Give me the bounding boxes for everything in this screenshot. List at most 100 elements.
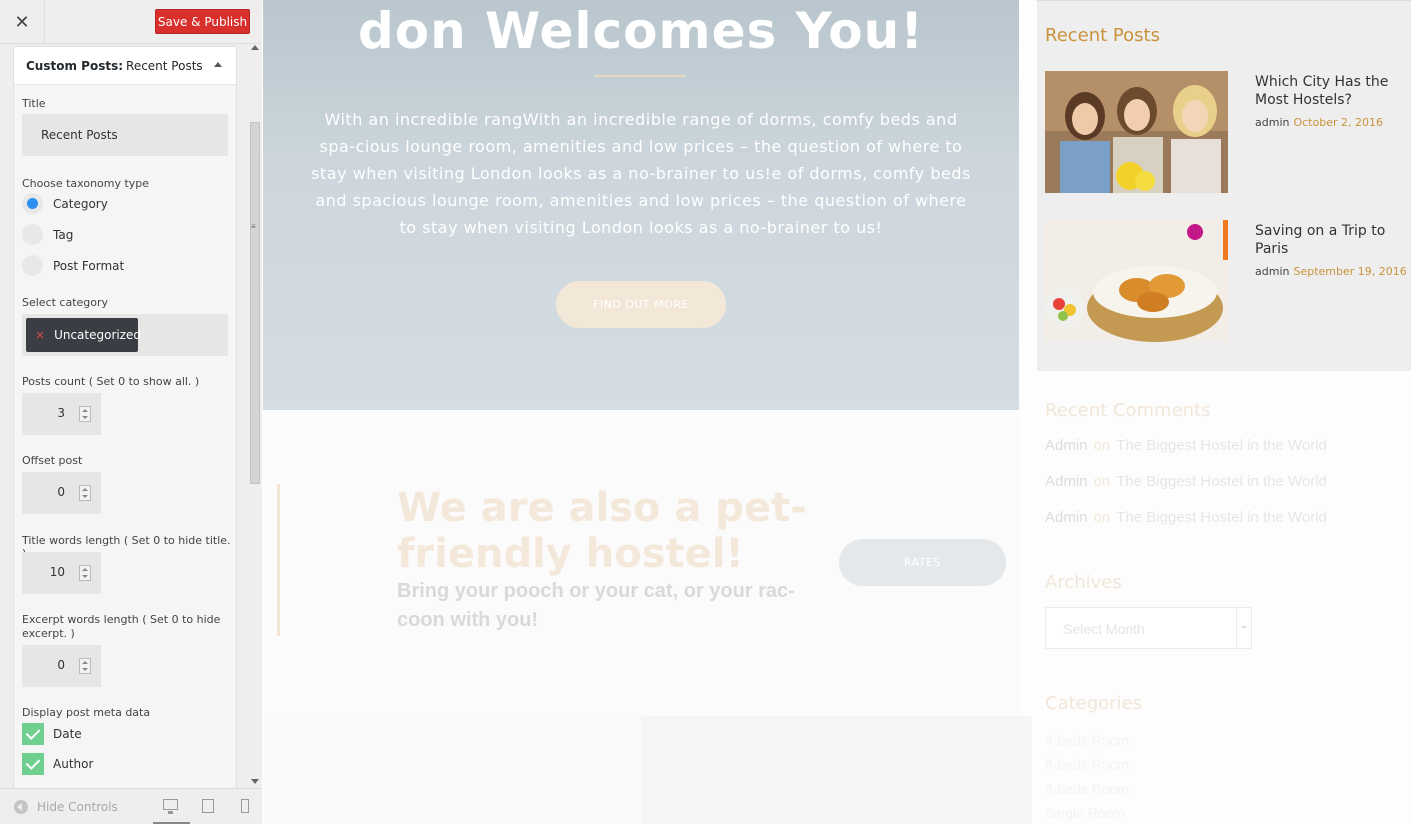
title-input[interactable]: Recent Posts — [22, 114, 228, 156]
posts-count-stepper[interactable]: 3 — [22, 393, 101, 435]
customizer-panel: ✕ Save & Publish Custom Posts: Recent Po… — [0, 0, 262, 824]
radio-button[interactable] — [22, 224, 43, 245]
category-chip-label: Uncategorized — [54, 328, 142, 342]
category-link[interactable]: 6-beds Room — [1045, 756, 1129, 772]
stepper-arrows-icon[interactable] — [79, 658, 91, 674]
three-women-photo — [1045, 71, 1228, 193]
hero-divider — [594, 75, 686, 77]
comment-on: on — [1093, 473, 1111, 490]
offset-label: Offset post — [22, 454, 83, 467]
stepper-value: 0 — [57, 658, 65, 672]
stepper-arrows-icon[interactable] — [79, 565, 91, 581]
excerpt-words-stepper[interactable]: 0 — [22, 645, 101, 687]
tablet-preview-icon[interactable] — [202, 799, 214, 813]
title-words-stepper[interactable]: 10 — [22, 552, 101, 594]
taxonomy-radio-tag[interactable]: Tag — [22, 224, 73, 245]
scroll-up-icon[interactable] — [251, 45, 259, 50]
checkbox[interactable] — [22, 723, 44, 745]
sidebar: Recent Posts Which City Has the Most Hos… — [1037, 0, 1411, 824]
category-link[interactable]: 8-beds Room — [1045, 781, 1129, 797]
comment-author[interactable]: Admin — [1045, 437, 1088, 454]
grip-icon: ≡ — [251, 222, 256, 231]
post-title[interactable]: Saving on a Trip to Paris — [1255, 222, 1403, 258]
checkbox[interactable] — [22, 753, 44, 775]
desktop-preview-icon[interactable] — [163, 799, 178, 810]
rates-button[interactable]: RATES — [839, 539, 1006, 586]
category-link[interactable]: 4-beds Room — [1045, 732, 1129, 748]
panel-footer: Hide Controls — [0, 788, 262, 824]
gallery-image-right — [641, 716, 1032, 824]
category-link[interactable]: Single Room — [1045, 805, 1125, 821]
widget-title[interactable]: Custom Posts: Recent Posts — [14, 47, 236, 85]
post-date[interactable]: September 19, 2016 — [1293, 265, 1406, 278]
hero-section: don Welcomes You! With an incredible ran… — [263, 0, 1019, 410]
recent-comments-title: Recent Comments — [1045, 400, 1211, 421]
widget-body: Title Recent Posts Choose taxonomy type … — [14, 85, 236, 788]
post-thumbnail[interactable] — [1045, 220, 1228, 342]
chevron-down-icon[interactable] — [1236, 608, 1251, 648]
radio-label: Category — [53, 196, 108, 211]
hide-controls-label[interactable]: Hide Controls — [37, 800, 118, 814]
panel-scrollbar[interactable]: ≡ — [249, 44, 262, 788]
excerpt-words-label: Excerpt words length ( Set 0 to hide exc… — [22, 613, 221, 640]
hero-title: don Welcomes You! — [357, 2, 925, 60]
comment-post-link[interactable]: The Biggest Hostel in the World — [1116, 437, 1327, 454]
comment-item: Admin on The Biggest Hostel in the World — [1045, 437, 1327, 454]
taxonomy-radio-post-format[interactable]: Post Format — [22, 255, 124, 276]
radio-label: Tag — [53, 227, 74, 242]
post-author[interactable]: admin — [1255, 265, 1289, 278]
radio-button[interactable] — [22, 193, 43, 214]
comment-on: on — [1093, 437, 1111, 454]
remove-icon[interactable]: × — [35, 328, 45, 342]
post-meta: admin October 2, 2016 — [1255, 116, 1383, 129]
comment-post-link[interactable]: The Biggest Hostel in the World — [1116, 473, 1327, 490]
desktop-stand-icon — [168, 811, 173, 814]
post-thumbnail[interactable] — [1045, 71, 1228, 193]
post-item[interactable]: Saving on a Trip to Paris admin September… — [1045, 220, 1407, 342]
post-date[interactable]: October 2, 2016 — [1293, 116, 1383, 129]
comment-author[interactable]: Admin — [1045, 473, 1088, 490]
radio-button[interactable] — [22, 255, 43, 276]
comment-item: Admin on The Biggest Hostel in the World — [1045, 509, 1327, 526]
category-select[interactable]: × Uncategorized — [22, 314, 228, 356]
posts-count-label: Posts count ( Set 0 to show all. ) — [22, 375, 200, 388]
gallery-image-left — [263, 716, 641, 824]
widget-title-prefix: Custom Posts: — [26, 58, 124, 73]
scroll-down-icon[interactable] — [251, 779, 259, 784]
collapse-arrow-icon[interactable] — [214, 62, 222, 67]
recent-posts-widget: Recent Posts Which City Has the Most Hos… — [1037, 0, 1411, 371]
hide-controls-icon[interactable] — [14, 800, 28, 814]
meta-checkbox-author[interactable]: Author — [22, 753, 93, 775]
stepper-arrows-icon[interactable] — [79, 485, 91, 501]
archives-title: Archives — [1045, 572, 1122, 593]
stepper-arrows-icon[interactable] — [79, 406, 91, 422]
panel-header: ✕ Save & Publish — [0, 0, 262, 44]
widget-title-name: Recent Posts — [126, 58, 203, 73]
section-accent-bar — [277, 484, 280, 636]
taxonomy-radio-category[interactable]: Category — [22, 193, 108, 214]
post-item[interactable]: Which City Has the Most Hostels? admin Oc… — [1045, 71, 1405, 193]
archives-select[interactable]: Select Month — [1045, 607, 1252, 649]
comment-post-link[interactable]: The Biggest Hostel in the World — [1116, 509, 1327, 526]
scrollbar-thumb[interactable] — [250, 122, 260, 484]
offset-stepper[interactable]: 0 — [22, 472, 101, 514]
comment-author[interactable]: Admin — [1045, 509, 1088, 526]
meta-checkbox-date[interactable]: Date — [22, 723, 82, 745]
close-icon[interactable]: ✕ — [0, 0, 45, 44]
meta-label: Display post meta data — [22, 706, 151, 719]
site-preview: don Welcomes You! With an incredible ran… — [263, 0, 1411, 824]
hero-text: With an incredible rangWith an incredibl… — [311, 110, 971, 237]
pet-friendly-section: We are also a pet-friendly hostel! Bring… — [263, 410, 1019, 716]
panel-scroll-area: Custom Posts: Recent Posts Title Recent … — [0, 44, 262, 788]
mobile-preview-icon[interactable] — [241, 799, 249, 813]
find-out-more-button[interactable]: FIND OUT MORE — [556, 281, 726, 328]
post-title[interactable]: Which City Has the Most Hostels? — [1255, 73, 1403, 109]
checkbox-label: Author — [53, 757, 94, 771]
pet-title: We are also a pet-friendly hostel! — [397, 485, 807, 577]
save-publish-button[interactable]: Save & Publish — [155, 9, 250, 34]
comment-on: on — [1093, 509, 1111, 526]
radio-label: Post Format — [53, 258, 125, 273]
taxonomy-label: Choose taxonomy type — [22, 177, 150, 190]
categories-title: Categories — [1045, 693, 1143, 714]
post-author[interactable]: admin — [1255, 116, 1289, 129]
